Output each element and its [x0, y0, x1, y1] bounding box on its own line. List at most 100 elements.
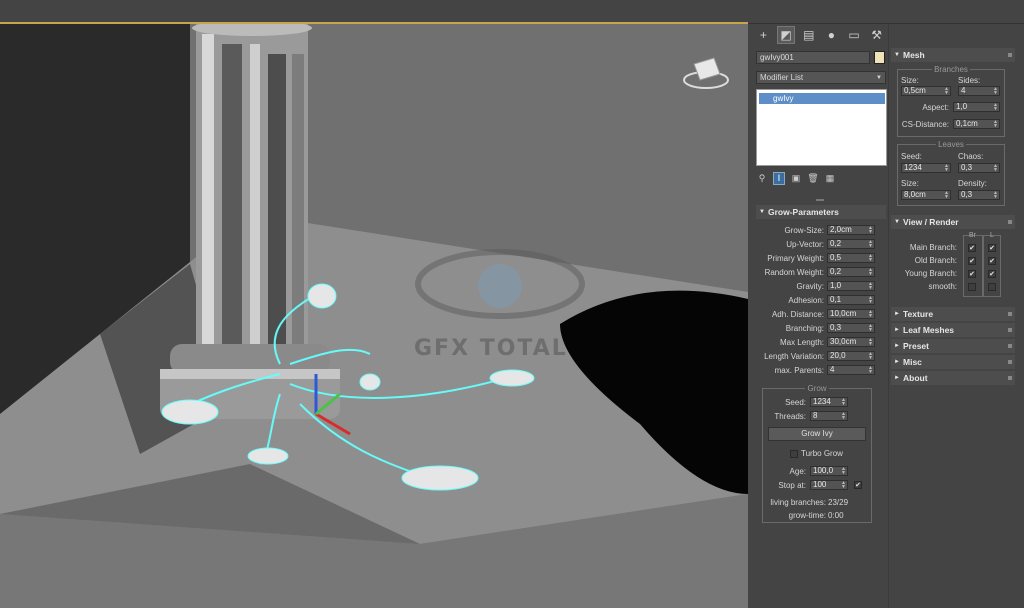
- view-render-br-checkbox[interactable]: [968, 283, 976, 291]
- branch-size-label: Size:: [901, 76, 919, 85]
- grow-param-spinner[interactable]: 20,0 ▲ ▼: [827, 351, 875, 361]
- mesh-rollout-header[interactable]: ▼ Mesh: [891, 48, 1015, 62]
- object-name-field[interactable]: gwIvy001: [756, 51, 870, 64]
- view-render-l-checkbox[interactable]: [988, 283, 996, 291]
- rollout-title: Leaf Meshes: [903, 325, 955, 335]
- grow-param-spinner[interactable]: 0,2 ▲ ▼: [827, 239, 875, 249]
- cs-distance-value: 0,1cm: [956, 119, 978, 128]
- living-branches-label: living branches:: [770, 498, 826, 507]
- rollout-header-preset[interactable]: ► Preset: [891, 339, 1015, 353]
- cs-distance-spinner[interactable]: 0,1cm ▲ ▼: [953, 119, 1000, 129]
- create-icon[interactable]: +: [754, 26, 773, 44]
- rollout-header-misc[interactable]: ► Misc: [891, 355, 1015, 369]
- leaves-title: Leaves: [936, 140, 966, 149]
- grow-param-spinner[interactable]: 0,3 ▲ ▼: [827, 323, 875, 333]
- grow-param-spinner[interactable]: 30,0cm ▲ ▼: [827, 337, 875, 347]
- leaf-seed-spinner[interactable]: 1234 ▲ ▼: [901, 163, 951, 173]
- grow-param-value: 4: [830, 365, 835, 374]
- grow-parameters-header[interactable]: ▼ Grow-Parameters: [756, 205, 886, 219]
- collapse-arrow-icon: ▼: [894, 219, 900, 225]
- grow-param-spinner[interactable]: 1,0 ▲ ▼: [827, 281, 875, 291]
- rollout-header-about[interactable]: ► About: [891, 371, 1015, 385]
- view-render-br-checkbox[interactable]: ✔: [968, 257, 976, 265]
- modifier-list-dropdown[interactable]: Modifier List ▼: [756, 71, 886, 84]
- living-branches-value: 23/29: [828, 498, 849, 507]
- rollout-header-texture[interactable]: ► Texture: [891, 307, 1015, 321]
- grow-param-value: 20,0: [830, 351, 846, 360]
- grow-param-label: Gravity:: [796, 282, 824, 291]
- spinner-arrows-icon: ▲ ▼: [944, 86, 949, 96]
- branch-size-spinner[interactable]: 0,5cm ▲ ▼: [901, 86, 951, 96]
- utilities-icon[interactable]: ⚒: [867, 26, 886, 44]
- expand-arrow-icon: ►: [894, 375, 900, 381]
- leaf-seed-label: Seed:: [901, 152, 922, 161]
- stack-item-gwivy[interactable]: gwIvy: [759, 93, 885, 104]
- grow-param-spinner[interactable]: 0,1 ▲ ▼: [827, 295, 875, 305]
- stop-at-label: Stop at:: [778, 481, 806, 490]
- sides-spinner[interactable]: 4 ▲ ▼: [958, 86, 1000, 96]
- perspective-viewport[interactable]: GFX TOTAL: [0, 24, 748, 608]
- aspect-spinner[interactable]: 1,0 ▲ ▼: [953, 102, 1000, 112]
- view-render-l-checkbox[interactable]: ✔: [988, 244, 996, 252]
- stop-at-checkbox[interactable]: ✔: [854, 481, 862, 489]
- stop-at-spinner[interactable]: 100 ▲ ▼: [810, 480, 848, 490]
- grow-param-value: 0,3: [830, 323, 842, 332]
- spinner-arrows-icon: ▲ ▼: [868, 295, 873, 305]
- grow-param-value: 0,2: [830, 239, 842, 248]
- threads-spinner[interactable]: 8 ▲ ▼: [810, 411, 848, 421]
- pin-stack-icon[interactable]: ⚲: [756, 172, 768, 185]
- grow-param-spinner[interactable]: 4 ▲ ▼: [827, 365, 875, 375]
- spinner-arrows-icon: ▲ ▼: [944, 163, 949, 173]
- grow-seed-spinner[interactable]: 1234 ▲ ▼: [810, 397, 848, 407]
- grow-param-label: Up-Vector:: [786, 240, 824, 249]
- leaf-size-spinner[interactable]: 8,0cm ▲ ▼: [901, 190, 951, 200]
- grow-param-label: Branching:: [785, 324, 824, 333]
- rollout-handle-icon: [1008, 360, 1012, 364]
- expand-arrow-icon: ►: [894, 327, 900, 333]
- rollout-header-leaf-meshes[interactable]: ► Leaf Meshes: [891, 323, 1015, 337]
- spinner-arrows-icon: ▲ ▼: [868, 323, 873, 333]
- rollout-handle-icon: [1008, 220, 1012, 224]
- grow-param-spinner[interactable]: 0,2 ▲ ▼: [827, 267, 875, 277]
- age-label: Age:: [789, 467, 806, 476]
- grow-param-value: 0,2: [830, 267, 842, 276]
- age-spinner[interactable]: 100,0 ▲ ▼: [810, 466, 848, 476]
- grow-param-spinner[interactable]: 2,0cm ▲ ▼: [827, 225, 875, 235]
- rollout-handle-icon: [1008, 376, 1012, 380]
- rollout-handle-icon: [1008, 53, 1012, 57]
- spinner-arrows-icon: ▲ ▼: [841, 411, 846, 421]
- view-render-rollout-header[interactable]: ▼ View / Render: [891, 215, 1015, 229]
- turbo-grow-checkbox[interactable]: [790, 450, 798, 458]
- grow-param-label: Primary Weight:: [767, 254, 824, 263]
- configure-sets-icon[interactable]: ▦: [824, 172, 836, 185]
- view-render-br-checkbox[interactable]: ✔: [968, 244, 976, 252]
- viewport-scene: [0, 24, 748, 608]
- object-color-swatch[interactable]: [874, 51, 885, 64]
- view-render-l-checkbox[interactable]: ✔: [988, 257, 996, 265]
- show-end-result-icon[interactable]: Ⅰ: [773, 171, 785, 185]
- expand-arrow-icon: ►: [894, 343, 900, 349]
- hierarchy-icon[interactable]: ▤: [799, 26, 818, 44]
- stop-at-value: 100: [813, 480, 827, 489]
- density-spinner[interactable]: 0,3 ▲ ▼: [958, 190, 1000, 200]
- spinner-arrows-icon: ▲ ▼: [993, 102, 998, 112]
- modify-icon[interactable]: ◩: [776, 26, 796, 44]
- modifier-stack[interactable]: gwIvy: [756, 89, 887, 166]
- chaos-spinner[interactable]: 0,3 ▲ ▼: [958, 163, 1000, 173]
- grow-param-spinner[interactable]: 10,0cm ▲ ▼: [827, 309, 875, 319]
- make-unique-icon[interactable]: ▣: [790, 172, 802, 185]
- view-render-l-checkbox[interactable]: ✔: [988, 270, 996, 278]
- grow-ivy-button[interactable]: Grow Ivy: [768, 427, 866, 441]
- rollout-handle-icon: [1008, 344, 1012, 348]
- grow-param-value: 1,0: [830, 281, 842, 290]
- rollout-handle-icon: [1008, 328, 1012, 332]
- expand-arrow-icon: ►: [894, 359, 900, 365]
- mesh-title: Mesh: [903, 50, 925, 60]
- view-render-br-checkbox[interactable]: ✔: [968, 270, 976, 278]
- rollout-title: About: [903, 373, 928, 383]
- display-icon[interactable]: ▭: [845, 26, 864, 44]
- grow-param-spinner[interactable]: 0,5 ▲ ▼: [827, 253, 875, 263]
- view-render-row-label: Old Branch:: [914, 256, 957, 265]
- remove-modifier-icon[interactable]: 🗑: [807, 172, 819, 185]
- motion-icon[interactable]: ●: [822, 26, 841, 44]
